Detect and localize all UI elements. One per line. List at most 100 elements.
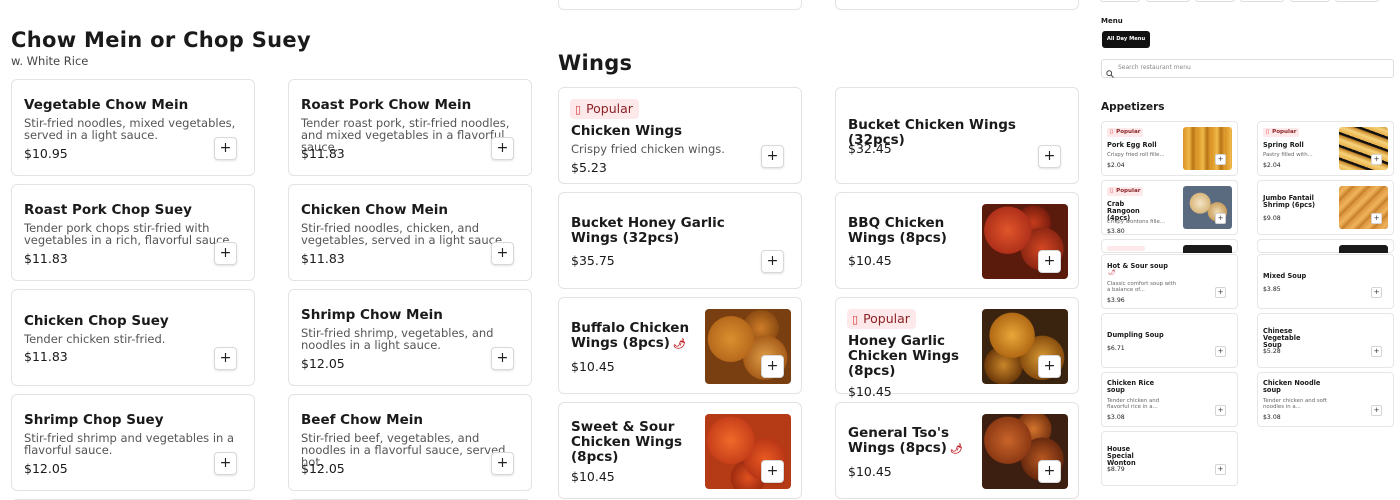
sidebar-item-card[interactable]: Dumpling Soup $6.71 + bbox=[1101, 313, 1238, 368]
item-price: $5.28 bbox=[1263, 348, 1281, 355]
item-price: $2.04 bbox=[1107, 162, 1125, 169]
category-tab-partial[interactable] bbox=[1100, 0, 1140, 2]
add-item-button[interactable]: + bbox=[491, 347, 514, 370]
add-item-button[interactable]: + bbox=[761, 250, 784, 273]
add-item-button[interactable]: + bbox=[1215, 405, 1226, 416]
item-price: $9.08 bbox=[1263, 215, 1281, 222]
sidebar-item-card[interactable]: House Special Wonton $8.79 + bbox=[1101, 431, 1238, 486]
item-price: $3.08 bbox=[1107, 414, 1125, 421]
add-item-button[interactable]: + bbox=[1371, 287, 1382, 298]
item-name: General Tso's Wings (8pcs) 🌶 bbox=[848, 426, 966, 457]
search-icon bbox=[1106, 63, 1114, 78]
item-price: $12.05 bbox=[301, 356, 345, 371]
add-item-button[interactable]: + bbox=[214, 242, 237, 265]
add-item-button[interactable]: + bbox=[1215, 346, 1226, 357]
fire-icon: ▯ bbox=[1266, 129, 1270, 135]
category-tab-partial[interactable] bbox=[1240, 0, 1284, 2]
item-price: $11.83 bbox=[24, 349, 68, 364]
menu-item-card[interactable]: ▯ Popular Honey Garlic Chicken Wings (8pc… bbox=[835, 297, 1079, 399]
item-price: $3.80 bbox=[1107, 228, 1125, 235]
sidebar-item-card-partial[interactable] bbox=[1257, 239, 1394, 253]
add-item-button[interactable]: + bbox=[1215, 287, 1226, 298]
menu-item-card[interactable]: Bucket Honey Garlic Wings (32pcs) $35.75… bbox=[558, 192, 802, 289]
item-price: $5.23 bbox=[571, 160, 607, 175]
sidebar-item-card[interactable]: Mixed Soup $3.85 + bbox=[1257, 254, 1394, 309]
sidebar-item-card[interactable]: ▯ Popular Pork Egg Roll Crispy fried roll… bbox=[1101, 121, 1238, 176]
sidebar-item-card[interactable]: Chicken Noodle soup Tender chicken and s… bbox=[1257, 372, 1394, 427]
sidebar-item-card-partial[interactable] bbox=[1101, 239, 1238, 253]
item-price: $8.79 bbox=[1107, 466, 1125, 473]
item-price: $11.83 bbox=[301, 251, 345, 266]
add-item-button[interactable]: + bbox=[214, 347, 237, 370]
category-tab-partial[interactable] bbox=[1335, 0, 1379, 2]
add-item-button[interactable]: + bbox=[761, 355, 784, 378]
add-item-button[interactable]: + bbox=[761, 145, 784, 168]
menu-item-card[interactable]: Chicken Chow Mein Stir-fried noodles, ch… bbox=[288, 184, 532, 281]
item-name: Pork Egg Roll bbox=[1107, 141, 1157, 149]
add-item-button[interactable]: + bbox=[1038, 460, 1061, 483]
menu-item-card[interactable]: General Tso's Wings (8pcs) 🌶 $10.45 + bbox=[835, 402, 1079, 499]
item-price: $10.45 bbox=[848, 384, 892, 399]
menu-item-card[interactable]: BBQ Chicken Wings (8pcs) $10.45 + bbox=[835, 192, 1079, 289]
add-item-button[interactable]: + bbox=[491, 137, 514, 160]
menu-item-card[interactable]: Roast Pork Chop Suey Tender pork chops s… bbox=[11, 184, 255, 281]
menu-item-card[interactable]: Shrimp Chow Mein Stir-fried shrimp, vege… bbox=[288, 289, 532, 386]
popular-label: Popular bbox=[1272, 129, 1297, 135]
item-name: Chicken Chow Mein bbox=[301, 202, 449, 218]
sidebar-item-card[interactable]: Chinese Vegetable Soup $5.28 + bbox=[1257, 313, 1394, 368]
item-description: Pastry filled with... bbox=[1263, 152, 1313, 158]
add-item-button[interactable]: + bbox=[1371, 213, 1382, 224]
item-name: Hot & Sour soup bbox=[1107, 262, 1168, 270]
add-item-button[interactable]: + bbox=[214, 137, 237, 160]
menu-item-card[interactable]: Bucket Chicken Wings (32pcs) $32.45 + bbox=[835, 87, 1079, 184]
item-name: Chinese Vegetable Soup bbox=[1263, 327, 1301, 349]
item-name: Bucket Honey Garlic Wings (32pcs) bbox=[571, 215, 725, 246]
add-item-button[interactable]: + bbox=[1371, 346, 1382, 357]
sidebar-item-card[interactable]: Chicken Rice soup Tender chicken and fla… bbox=[1101, 372, 1238, 427]
add-item-button[interactable]: + bbox=[1038, 250, 1061, 273]
add-item-button[interactable]: + bbox=[761, 460, 784, 483]
add-item-button[interactable]: + bbox=[1215, 154, 1226, 165]
sidebar-item-card[interactable]: Jumbo Fantail Shrimp (6pcs) $9.08 + bbox=[1257, 180, 1394, 235]
add-item-button[interactable]: + bbox=[491, 242, 514, 265]
add-item-button[interactable]: + bbox=[214, 452, 237, 475]
add-item-button[interactable]: + bbox=[1038, 145, 1061, 168]
section-title: Chow Mein or Chop Suey bbox=[11, 28, 311, 52]
category-tab-partial[interactable] bbox=[1195, 0, 1235, 2]
menu-item-card[interactable]: Sweet & Sour Chicken Wings (8pcs) $10.45… bbox=[558, 402, 802, 499]
appetizers-title: Appetizers bbox=[1101, 101, 1165, 113]
search-bar[interactable]: Search restaurant menu bbox=[1101, 59, 1394, 78]
menu-item-card[interactable]: ▯ Popular Chicken Wings Crispy fried chic… bbox=[558, 87, 802, 184]
item-price: $10.45 bbox=[571, 359, 615, 374]
category-tab-partial[interactable] bbox=[1146, 0, 1190, 2]
menu-item-card[interactable]: Beef Chow Mein Stir-fried beef, vegetabl… bbox=[288, 394, 532, 491]
item-price: $11.83 bbox=[301, 146, 345, 161]
menu-item-card[interactable]: Vegetable Chow Mein Stir-fried noodles, … bbox=[11, 79, 255, 176]
item-name: Chicken Rice soup bbox=[1107, 379, 1155, 394]
add-item-button[interactable]: + bbox=[491, 452, 514, 475]
menu-item-card[interactable]: Chicken Chop Suey Tender chicken stir-fr… bbox=[11, 289, 255, 386]
item-price: $6.71 bbox=[1107, 345, 1125, 352]
search-input[interactable]: Search restaurant menu bbox=[1118, 64, 1191, 71]
item-image-partial bbox=[1339, 245, 1388, 253]
add-item-button[interactable]: + bbox=[1371, 154, 1382, 165]
sidebar-item-card[interactable]: ▯ Popular Spring Roll Pastry filled with.… bbox=[1257, 121, 1394, 176]
all-day-menu-button[interactable]: All Day Menu bbox=[1102, 31, 1150, 48]
item-price: $3.96 bbox=[1107, 297, 1125, 304]
item-name: Chicken Wings bbox=[571, 123, 683, 139]
sidebar-item-card[interactable]: ▯ Popular Crab Rangoon (4pcs) Crispy wont… bbox=[1101, 180, 1238, 235]
menu-item-card-partial[interactable] bbox=[558, 0, 802, 10]
menu-item-card[interactable]: Shrimp Chop Suey Stir-fried shrimp and v… bbox=[11, 394, 255, 491]
menu-item-card[interactable]: Buffalo Chicken Wings (8pcs) 🌶 $10.45 + bbox=[558, 297, 802, 394]
sidebar-item-card[interactable]: Hot & Sour soup 🌶 Classic comfort soup w… bbox=[1101, 254, 1238, 309]
item-name: Dumpling Soup bbox=[1107, 331, 1164, 339]
item-name: Shrimp Chow Mein bbox=[301, 307, 443, 323]
menu-item-card[interactable]: Roast Pork Chow Mein Tender roast pork, … bbox=[288, 79, 532, 176]
category-tab-partial[interactable] bbox=[1290, 0, 1330, 2]
item-price: $10.45 bbox=[848, 253, 892, 268]
add-item-button[interactable]: + bbox=[1215, 464, 1226, 475]
add-item-button[interactable]: + bbox=[1215, 213, 1226, 224]
add-item-button[interactable]: + bbox=[1371, 405, 1382, 416]
menu-item-card-partial[interactable] bbox=[835, 0, 1079, 10]
add-item-button[interactable]: + bbox=[1038, 355, 1061, 378]
